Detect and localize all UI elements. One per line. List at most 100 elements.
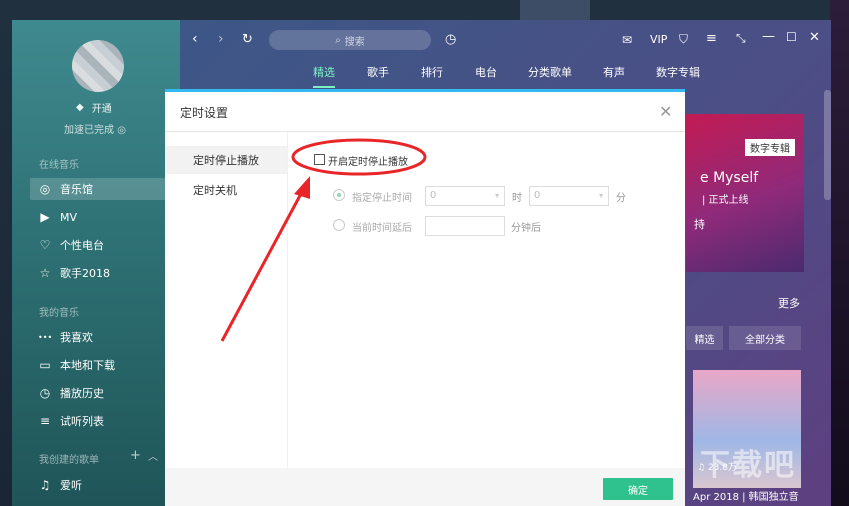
desktop-right-edge <box>830 0 849 506</box>
chevron-down-icon: ▾ <box>598 191 603 200</box>
sidebar-item-label: 播放历史 <box>60 387 104 400</box>
dialog-header: 定时设置 ✕ <box>165 92 685 132</box>
search-icon: ⌕ <box>335 34 341 46</box>
banner-title: e Myself <box>700 170 759 186</box>
accel-icon: ◎ <box>117 125 126 136</box>
featured-button[interactable]: 精选 <box>686 326 723 350</box>
specify-time-label: 指定停止时间 <box>352 193 412 204</box>
more-link[interactable]: 更多 <box>778 295 800 311</box>
minute-value: 0 <box>534 190 541 201</box>
scrollbar[interactable] <box>824 90 831 200</box>
music-hall-icon: ◎ <box>39 182 51 196</box>
vip-button[interactable]: VIP <box>650 33 667 46</box>
enable-timer-checkbox[interactable] <box>314 154 325 165</box>
dots-icon: ••• <box>38 332 53 342</box>
tab-category[interactable]: 分类歌单 <box>528 64 572 80</box>
sidebar-item-label: 音乐馆 <box>60 183 93 196</box>
sidebar-item-local[interactable]: ▭ 本地和下载 <box>30 354 172 376</box>
minimize-icon[interactable]: — <box>762 29 775 44</box>
minute-unit: 分 <box>616 193 626 204</box>
dialog-title: 定时设置 <box>180 106 229 120</box>
confirm-button[interactable]: 确定 <box>603 478 673 500</box>
sidebar-item-label: 本地和下载 <box>60 359 115 372</box>
tab-featured[interactable]: 精选 <box>313 64 335 80</box>
sidebar: ◆ 开通 加速已完成 ◎ 在线音乐 ◎ 音乐馆 ▶ MV ♡ 个性电台 ☆ 歌手… <box>12 20 180 506</box>
banner-button-text[interactable]: 持 <box>694 216 705 232</box>
dialog-close-icon[interactable]: ✕ <box>659 102 672 121</box>
desktop-window-edge <box>520 0 590 20</box>
add-playlist-icon[interactable]: + <box>130 448 141 463</box>
sidebar-item-liked[interactable]: ••• 我喜欢 <box>30 326 172 348</box>
mv-icon: ▶ <box>40 210 50 224</box>
mail-icon[interactable]: ✉ <box>622 33 632 47</box>
delay-minutes-input[interactable] <box>425 216 505 236</box>
sidebar-item-music-hall[interactable]: ◎ 音乐馆 <box>30 178 172 200</box>
sidebar-item-radio[interactable]: ♡ 个性电台 <box>30 234 172 256</box>
vip-open-link[interactable]: 开通 <box>92 100 112 115</box>
chevron-down-icon: ▾ <box>494 191 499 200</box>
refresh-icon[interactable]: ↻ <box>242 32 253 47</box>
tab-audio[interactable]: 有声 <box>603 64 625 80</box>
tab-radio[interactable]: 电台 <box>475 64 497 80</box>
diamond-icon: ◆ <box>76 102 84 113</box>
hour-unit: 时 <box>512 193 522 204</box>
list-icon: ≡ <box>39 414 51 428</box>
dialog-nav: 定时停止播放 定时关机 <box>165 132 287 468</box>
sidebar-item-label: 个性电台 <box>60 239 104 252</box>
all-categories-label: 全部分类 <box>745 334 785 346</box>
hour-value: 0 <box>430 190 437 201</box>
clock-icon: ◷ <box>39 386 51 400</box>
search-input[interactable]: ⌕ 搜索 <box>269 30 431 50</box>
digital-album-badge: 数字专辑 <box>745 139 795 156</box>
avatar[interactable] <box>72 40 124 92</box>
sidebar-item-trial-list[interactable]: ≡ 试听列表 <box>30 410 172 432</box>
dialog-content: 开启定时停止播放 指定停止时间 0 ▾ 时 0 ▾ 分 当前时间延后 分钟后 <box>287 132 685 468</box>
sidebar-item-mv[interactable]: ▶ MV <box>30 206 172 228</box>
hour-select[interactable]: 0 ▾ <box>425 186 505 206</box>
section-online-music: 在线音乐 <box>39 160 79 171</box>
tab-singer[interactable]: 歌手 <box>367 64 389 80</box>
menu-icon[interactable]: ≡ <box>706 31 717 46</box>
enable-timer-label[interactable]: 开启定时停止播放 <box>328 153 408 168</box>
minute-select[interactable]: 0 ▾ <box>529 186 609 206</box>
all-categories-button[interactable]: 全部分类 <box>729 326 801 350</box>
tab-active-indicator <box>313 86 335 88</box>
sidebar-item-label: 歌手2018 <box>60 267 110 280</box>
back-icon[interactable]: ‹ <box>192 31 198 47</box>
specify-time-radio[interactable] <box>333 189 345 201</box>
nav-timed-stop[interactable]: 定时停止播放 <box>165 146 287 174</box>
sidebar-item-singer[interactable]: ☆ 歌手2018 <box>30 262 172 284</box>
tab-chart[interactable]: 排行 <box>421 64 443 80</box>
nav-timed-shutdown[interactable]: 定时关机 <box>165 176 287 204</box>
tab-digital-album[interactable]: 数字专辑 <box>656 64 700 80</box>
playlist-caption[interactable]: Apr 2018 | 韩国独立音 <box>693 488 799 503</box>
watermark-logo: 下载吧 <box>700 448 796 483</box>
featured-button-label: 精选 <box>694 334 715 346</box>
timer-settings-dialog: 定时设置 ✕ 定时停止播放 定时关机 开启定时停止播放 指定停止时间 0 ▾ 时… <box>165 89 685 506</box>
sidebar-item-label: 试听列表 <box>60 415 104 428</box>
monitor-icon: ▭ <box>39 358 51 372</box>
heart-radio-icon: ♡ <box>39 238 51 252</box>
sidebar-item-label: 爱听 <box>60 479 82 492</box>
banner-subtitle: | 正式上线 <box>702 195 749 206</box>
sidebar-item-label: 我喜欢 <box>60 331 93 344</box>
delay-unit: 分钟后 <box>511 223 541 234</box>
sidebar-item-history[interactable]: ◷ 播放历史 <box>30 382 172 404</box>
skin-icon[interactable]: ⛉ <box>679 32 688 47</box>
collapse-icon[interactable]: ︿ <box>148 448 158 463</box>
sidebar-item-playlist[interactable]: ♫ 爱听 <box>30 474 172 496</box>
music-note-icon: ♫ <box>39 478 51 492</box>
accel-status: 加速已完成 <box>64 125 114 136</box>
maximize-icon[interactable]: ☐ <box>786 30 797 44</box>
search-placeholder: 搜索 <box>344 36 365 48</box>
close-icon[interactable]: ✕ <box>809 30 820 45</box>
mini-mode-icon[interactable]: ⤡ <box>736 31 746 46</box>
sidebar-item-label: MV <box>60 210 78 224</box>
forward-icon[interactable]: › <box>218 31 224 47</box>
star-icon: ☆ <box>39 266 51 280</box>
delay-time-radio[interactable] <box>333 219 345 231</box>
listen-recognize-icon[interactable]: ◷ <box>445 32 456 47</box>
section-my-music: 我的音乐 <box>39 308 79 319</box>
delay-time-label: 当前时间延后 <box>352 223 412 234</box>
section-created-playlists: 我创建的歌单 <box>39 455 99 466</box>
